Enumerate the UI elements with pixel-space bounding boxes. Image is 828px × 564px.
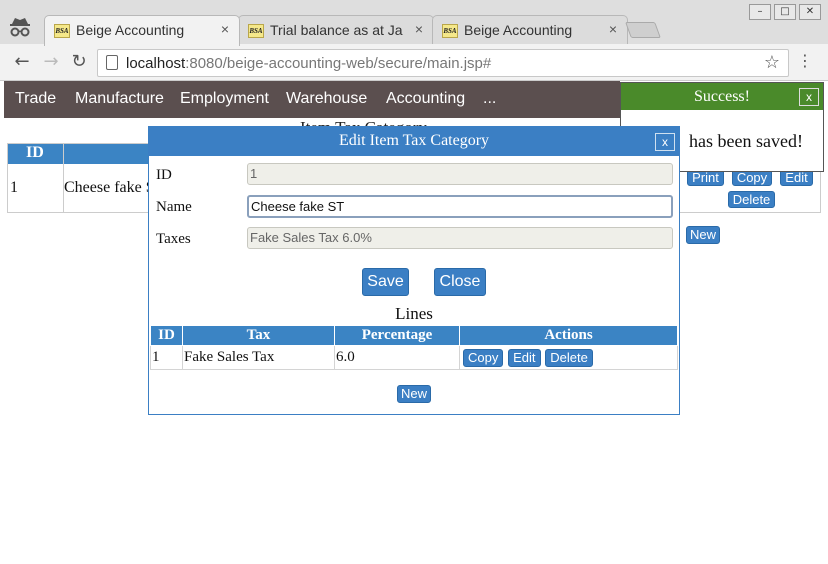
lines-header-row: ID Tax Percentage Actions xyxy=(150,325,678,346)
maximize-button[interactable]: □ xyxy=(774,4,796,20)
new-tab-button[interactable] xyxy=(625,22,661,38)
close-button[interactable]: Close xyxy=(434,268,486,296)
save-button[interactable]: Save xyxy=(362,268,409,296)
line-delete-button[interactable]: Delete xyxy=(545,348,593,367)
line-tax: Fake Sales Tax xyxy=(182,345,335,370)
line-id: 1 xyxy=(150,345,183,370)
window-close-button[interactable]: ✕ xyxy=(799,4,821,20)
tab-close-icon[interactable]: × xyxy=(609,21,617,37)
bsa-favicon-icon: BSA xyxy=(248,24,264,38)
browser-tabstrip: BSA Beige Accounting × BSA Trial balance… xyxy=(0,0,828,46)
name-field[interactable]: Cheese fake ST xyxy=(247,195,673,218)
taxes-label: Taxes xyxy=(156,231,191,247)
list-new-button[interactable]: New xyxy=(686,226,720,244)
tab-close-icon[interactable]: × xyxy=(415,21,423,37)
notification-title: Success! xyxy=(694,88,750,105)
id-field: 1 xyxy=(247,163,673,185)
line-copy-button[interactable]: Copy xyxy=(463,348,504,367)
taxes-field: Fake Sales Tax 6.0% xyxy=(247,227,673,249)
dialog-close-button[interactable]: x xyxy=(655,133,675,151)
bsa-favicon-icon: BSA xyxy=(442,24,458,38)
lines-table: ID Tax Percentage Actions 1 Fake Sales T… xyxy=(150,325,678,370)
id-label: ID xyxy=(156,167,172,183)
app-nav-bar: Trade Manufacture Employment Warehouse A… xyxy=(4,81,620,118)
bookmark-star-icon[interactable]: ☆ xyxy=(764,52,780,73)
nav-item-more[interactable]: ... xyxy=(483,90,496,108)
lines-heading: Lines xyxy=(395,304,433,323)
browser-tab-3[interactable]: BSA Beige Accounting × xyxy=(432,15,628,45)
line-actions: Copy Edit Delete xyxy=(459,345,678,370)
column-header-tax: Tax xyxy=(182,325,335,346)
tab-title: Beige Accounting xyxy=(76,22,185,38)
column-divider xyxy=(63,144,64,212)
notification-message: has been saved! xyxy=(689,131,803,151)
dialog-header: Edit Item Tax Category x xyxy=(149,127,679,156)
browser-tab-2[interactable]: BSA Trial balance as at Jan × xyxy=(238,15,434,45)
name-label: Name xyxy=(156,199,192,215)
column-header-percentage: Percentage xyxy=(334,325,460,346)
browser-menu-icon[interactable]: ⋮ xyxy=(797,50,813,74)
nav-item-manufacture[interactable]: Manufacture xyxy=(75,90,164,108)
url-host: localhost xyxy=(126,55,186,72)
row-id: 1 xyxy=(10,179,18,196)
tab-close-icon[interactable]: × xyxy=(221,21,229,37)
column-header-id: ID xyxy=(150,325,183,346)
back-arrow-icon[interactable]: ← xyxy=(11,52,33,74)
dialog-title: Edit Item Tax Category xyxy=(338,132,490,149)
notification-header: Success! x xyxy=(621,83,823,110)
nav-item-employment[interactable]: Employment xyxy=(180,90,269,108)
nav-item-accounting[interactable]: Accounting xyxy=(386,90,465,108)
notification-close-button[interactable]: x xyxy=(799,88,819,106)
column-header-actions: Actions xyxy=(459,325,678,346)
table-row: 1 Fake Sales Tax 6.0 Copy Edit Delete xyxy=(150,345,678,370)
browser-tab-1[interactable]: BSA Beige Accounting × xyxy=(44,15,240,46)
line-percentage: 6.0 xyxy=(334,345,460,370)
nav-item-trade[interactable]: Trade xyxy=(15,90,56,108)
nav-item-warehouse[interactable]: Warehouse xyxy=(286,90,367,108)
forward-arrow-icon[interactable]: → xyxy=(40,52,62,74)
minimize-button[interactable]: – xyxy=(749,4,771,20)
lines-new-button[interactable]: New xyxy=(397,385,431,403)
page-info-icon[interactable] xyxy=(106,55,118,70)
browser-toolbar: ← → ↻ localhost:8080/beige-accounting-we… xyxy=(0,44,828,81)
url-text: localhost:8080/beige-accounting-web/secu… xyxy=(126,55,491,72)
incognito-icon xyxy=(10,18,30,37)
bsa-favicon-icon: BSA xyxy=(54,24,70,38)
edit-item-tax-category-dialog: Edit Item Tax Category x ID 1 Name Chees… xyxy=(148,126,680,415)
tab-title: Trial balance as at Jan xyxy=(270,22,403,38)
reload-icon[interactable]: ↻ xyxy=(68,52,90,74)
column-header-id: ID xyxy=(26,144,44,161)
address-bar[interactable]: localhost:8080/beige-accounting-web/secu… xyxy=(97,49,789,77)
url-path: :8080/beige-accounting-web/secure/main.j… xyxy=(185,55,492,72)
line-edit-button[interactable]: Edit xyxy=(508,348,541,367)
row-delete-button[interactable]: Delete xyxy=(728,191,775,208)
tab-title: Beige Accounting xyxy=(464,22,573,38)
